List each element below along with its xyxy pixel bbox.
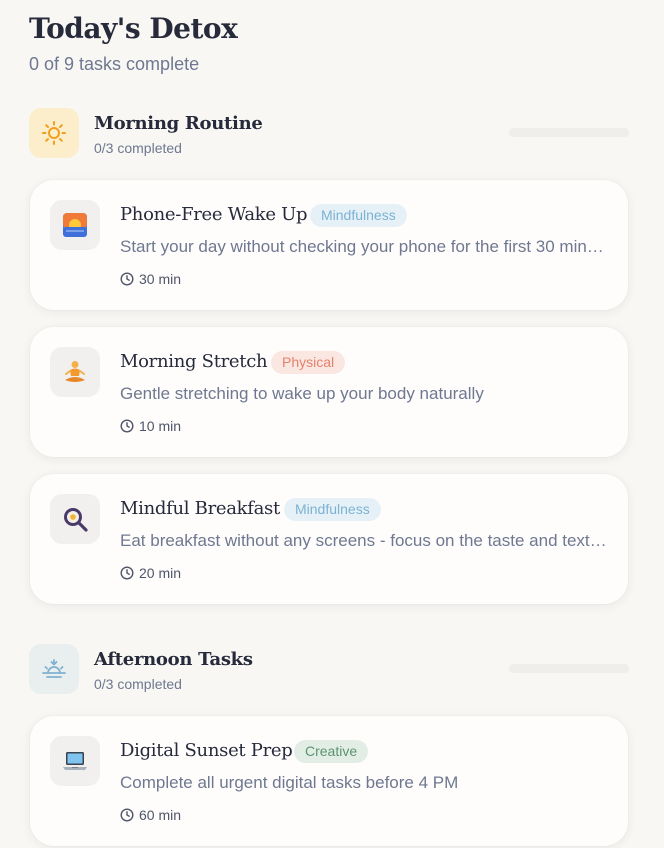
section-header-morning: Morning Routine 0/3 completed (29, 108, 629, 160)
task-title: Morning Stretch (120, 351, 268, 372)
duration-label: 10 min (139, 418, 182, 434)
section-progress-text: 0/3 completed (94, 140, 182, 156)
task-description: Start your day without checking your pho… (120, 237, 610, 256)
task-duration: 60 min (120, 807, 181, 823)
clock-icon (120, 419, 134, 433)
sunrise-icon (50, 200, 100, 250)
clock-icon (120, 808, 134, 822)
task-title: Digital Sunset Prep (120, 740, 293, 761)
task-card-digital-sunset-prep[interactable]: Digital Sunset Prep Creative Complete al… (30, 716, 628, 846)
detox-page: Today's Detox 0 of 9 tasks complete Morn… (0, 0, 664, 848)
task-card-mindful-breakfast[interactable]: Mindful Breakfast Mindfulness Eat breakf… (30, 474, 628, 604)
task-description: Eat breakfast without any screens - focu… (120, 531, 610, 550)
section-header-afternoon: Afternoon Tasks 0/3 completed (29, 644, 629, 696)
section-progress-text: 0/3 completed (94, 676, 182, 692)
meditation-icon (50, 347, 100, 397)
section-title: Morning Routine (94, 113, 263, 134)
task-card-morning-stretch[interactable]: Morning Stretch Physical Gentle stretchi… (30, 327, 628, 457)
sun-icon (29, 108, 79, 158)
duration-label: 60 min (139, 807, 182, 823)
task-title: Phone-Free Wake Up (120, 204, 308, 225)
category-badge: Mindfulness (284, 498, 381, 521)
task-duration: 20 min (120, 565, 181, 581)
task-duration: 10 min (120, 418, 181, 434)
frying-pan-icon (50, 494, 100, 544)
task-title: Mindful Breakfast (120, 498, 280, 519)
duration-label: 30 min (139, 271, 182, 287)
category-badge: Physical (271, 351, 346, 374)
section-progress-bar (509, 128, 629, 137)
category-badge: Mindfulness (310, 204, 407, 227)
duration-label: 20 min (139, 565, 182, 581)
category-badge: Creative (294, 740, 369, 763)
page-subtitle: 0 of 9 tasks complete (29, 54, 200, 74)
clock-icon (120, 566, 134, 580)
sunset-icon (29, 644, 79, 694)
section-title: Afternoon Tasks (94, 649, 253, 670)
task-card-phone-free-wake-up[interactable]: Phone-Free Wake Up Mindfulness Start you… (30, 180, 628, 310)
task-description: Complete all urgent digital tasks before… (120, 773, 459, 792)
clock-icon (120, 272, 134, 286)
task-duration: 30 min (120, 271, 181, 287)
task-description: Gentle stretching to wake up your body n… (120, 384, 484, 403)
page-title: Today's Detox (29, 12, 238, 45)
laptop-icon (50, 736, 100, 786)
section-progress-bar (509, 664, 629, 673)
